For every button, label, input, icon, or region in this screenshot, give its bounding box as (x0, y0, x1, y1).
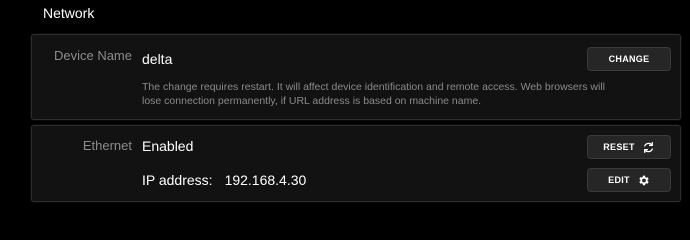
change-button-label: CHANGE (608, 54, 650, 64)
ip-address-label: IP address: (142, 172, 213, 188)
ethernet-label: Ethernet (82, 138, 132, 153)
reset-button[interactable]: RESET (587, 135, 671, 159)
gear-icon (637, 174, 650, 187)
device-name-label: Device Name (53, 48, 132, 63)
section-title-network: Network (43, 5, 95, 21)
ethernet-panel: Ethernet Enabled IP address: 192.168.4.30… (31, 125, 681, 202)
ethernet-status: Enabled (142, 138, 194, 154)
ip-address-value: 192.168.4.30 (224, 172, 307, 188)
change-button[interactable]: CHANGE (587, 47, 671, 71)
device-name-panel: Device Name delta The change requires re… (31, 34, 681, 120)
reset-button-label: RESET (603, 142, 635, 152)
device-name-hint: The change requires restart. It will aff… (142, 81, 605, 107)
edit-button[interactable]: EDIT (587, 168, 671, 192)
edit-button-label: EDIT (608, 175, 630, 185)
device-name-value: delta (142, 51, 173, 67)
refresh-icon (642, 141, 655, 154)
ip-address-row: IP address: 192.168.4.30 (142, 172, 306, 188)
